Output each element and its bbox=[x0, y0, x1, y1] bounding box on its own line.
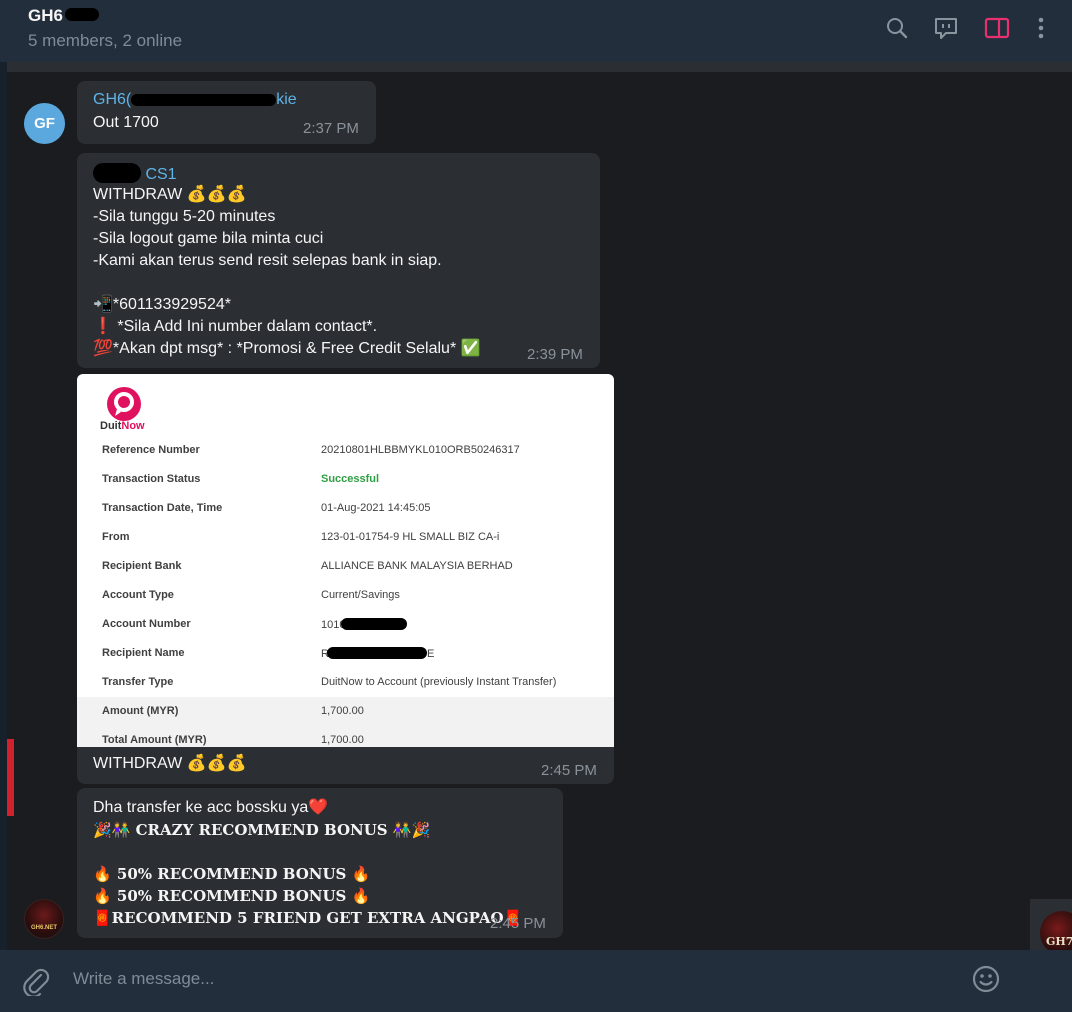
receipt-row: Recipient Bank ALLIANCE BANK MALAYSIA BER… bbox=[102, 560, 513, 572]
receipt-row: From 123-01-01754-9 HL SMALL BIZ CA-i bbox=[102, 531, 500, 543]
message-time: 2:39 PM bbox=[527, 346, 583, 363]
redacted-block bbox=[131, 94, 277, 106]
receipt-row: Total Amount (MYR) 1,700.00 bbox=[77, 726, 614, 747]
message-bubble[interactable]: WITHDRAW 💰💰💰 2:45 PM bbox=[77, 747, 614, 784]
redacted-block bbox=[326, 647, 427, 659]
message-text: Out 1700 bbox=[93, 114, 159, 131]
message-body: WITHDRAW 💰💰💰 -Sila tunggu 5-20 minutes -… bbox=[93, 186, 481, 357]
receipt-row: Transfer Type DuitNow to Account (previou… bbox=[102, 676, 557, 688]
member-count: 5 members, 2 online bbox=[28, 31, 183, 50]
avatar: GH7 bbox=[1040, 911, 1072, 955]
message-input[interactable]: Write a message... bbox=[73, 969, 214, 989]
side-thumbnail[interactable]: GH7 bbox=[1030, 899, 1072, 955]
chat-title[interactable]: GH6 bbox=[28, 6, 99, 26]
redacted-block bbox=[64, 8, 99, 21]
message-time: 2:37 PM bbox=[303, 120, 359, 137]
receipt-row: Transaction Date, Time 01-Aug-2021 14:45:… bbox=[102, 502, 431, 514]
message-bubble[interactable]: CS1 WITHDRAW 💰💰💰 -Sila tunggu 5-20 minut… bbox=[77, 153, 600, 368]
redacted-block bbox=[341, 618, 408, 630]
pinned-divider bbox=[7, 62, 1072, 72]
message-composer: Write a message... bbox=[0, 950, 1072, 1012]
unread-marker bbox=[7, 739, 14, 816]
receipt-row: Recipient Name R E bbox=[102, 647, 435, 660]
message-time: 2:45 PM bbox=[541, 762, 597, 779]
message-caption: WITHDRAW 💰💰💰 bbox=[93, 755, 247, 772]
sender-name[interactable]: GH6(kie bbox=[93, 91, 297, 109]
discussion-icon[interactable] bbox=[932, 14, 960, 42]
emoji-icon[interactable] bbox=[971, 964, 1001, 994]
search-icon[interactable] bbox=[883, 14, 911, 42]
avatar[interactable]: GF bbox=[24, 103, 65, 144]
message-time: 2:45 PM bbox=[490, 915, 546, 932]
receipt-row: Account Number 1010 bbox=[77, 610, 614, 639]
sender-name[interactable]: CS1 bbox=[93, 163, 177, 184]
duitnow-logo-icon bbox=[107, 387, 141, 421]
duitnow-brand: DuitNow bbox=[100, 420, 145, 432]
avatar[interactable]: GH6.NET bbox=[24, 899, 64, 939]
message-bubble[interactable]: Dha transfer ke acc bossku ya❤️ 🎉👫 CRAZY… bbox=[77, 788, 563, 938]
more-vertical-icon[interactable] bbox=[1027, 14, 1055, 42]
receipt-row: Reference Number 20210801HLBBMYKL010ORB50… bbox=[102, 444, 520, 456]
receipt-row: Account Type Current/Savings bbox=[102, 589, 400, 601]
receipt-row: Transaction Status Successful bbox=[102, 473, 380, 485]
message-bubble[interactable]: GH6(kie Out 1700 2:37 PM bbox=[77, 81, 376, 144]
message-body: Dha transfer ke acc bossku ya❤️ 🎉👫 CRAZY… bbox=[93, 799, 523, 927]
chat-header: GH6 5 members, 2 online bbox=[0, 0, 1072, 62]
paperclip-icon[interactable] bbox=[22, 966, 50, 998]
receipt-row: Amount (MYR) 1,700.00 bbox=[77, 697, 614, 726]
sidebar-panel-icon[interactable] bbox=[983, 14, 1011, 42]
redacted-block bbox=[93, 163, 141, 183]
receipt-image[interactable]: DuitNow Reference Number 20210801HLBBMYKL… bbox=[77, 374, 614, 747]
